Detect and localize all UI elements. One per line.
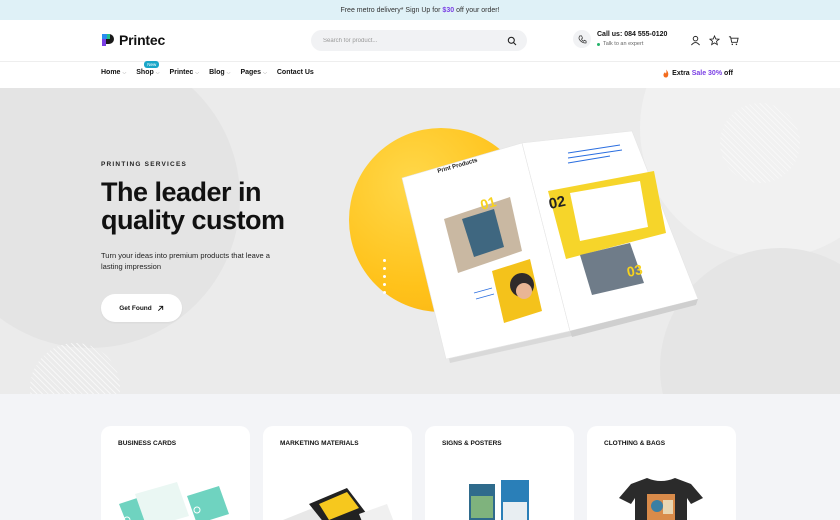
hero-decor-pattern: [30, 343, 120, 394]
category-title: CLOTHING & BAGS: [604, 440, 666, 447]
signs-posters-image: [469, 480, 529, 520]
chevron-down-icon: ⌵: [155, 69, 160, 76]
category-title: SIGNS & POSTERS: [442, 440, 502, 447]
chevron-down-icon: ⌵: [226, 69, 231, 76]
chevron-down-icon: ⌵: [122, 69, 127, 76]
call-us-text: Call us: 084 555-0120: [597, 31, 668, 38]
clothing-bags-image: [619, 478, 703, 520]
nav-item-contact[interactable]: Contact Us: [277, 69, 314, 76]
hero-eyebrow: PRINTING SERVICES: [101, 161, 188, 168]
cart-icon[interactable]: [728, 35, 739, 46]
nav-label-printec: Printec: [169, 69, 194, 76]
nav-label-blog: Blog: [209, 69, 225, 76]
announcement-bar: Free metro delivery* Sign Up for $30 off…: [0, 0, 840, 20]
nav-label-shop: Shop: [136, 69, 154, 76]
chevron-down-icon: ⌵: [263, 69, 267, 76]
marketing-materials-image: [283, 488, 394, 520]
online-status-dot: [597, 42, 600, 46]
category-card-signs-posters[interactable]: SIGNS & POSTERS: [425, 426, 574, 520]
nav-item-shop[interactable]: New Shop ⌵: [136, 61, 160, 76]
promo-sale: Sale 30%: [691, 70, 723, 77]
category-card-marketing-materials[interactable]: MARKETING MATERIALS: [263, 426, 412, 520]
business-cards-image: [119, 482, 229, 520]
search-input[interactable]: [323, 37, 507, 44]
slider-dot[interactable]: [383, 267, 386, 270]
nav-label-home: Home: [101, 69, 121, 76]
book-number-02: 02: [547, 193, 567, 213]
get-found-label: Get Found: [119, 304, 152, 312]
category-title: MARKETING MATERIALS: [280, 440, 359, 447]
announcement-amount: $30: [442, 6, 455, 14]
talk-to-expert-text: Talk to an expert: [603, 41, 644, 47]
brand-name: Printec: [119, 32, 166, 48]
nav-item-pages[interactable]: Pages ⌵: [240, 69, 266, 76]
slider-dot[interactable]: [383, 259, 386, 262]
header-actions: [690, 35, 739, 46]
nav-item-blog[interactable]: Blog ⌵: [209, 69, 230, 76]
brand-logo[interactable]: Printec: [101, 32, 165, 48]
announcement-text-end: off your order!: [456, 6, 500, 14]
promo-link[interactable]: Extra Sale 30% off: [662, 69, 733, 78]
search-bar[interactable]: [311, 30, 527, 51]
get-found-button[interactable]: Get Found: [101, 294, 182, 322]
contact-info[interactable]: Call us: 084 555-0120 Talk to an expert: [573, 30, 667, 48]
promo-off: off: [724, 70, 733, 77]
nav-item-home[interactable]: Home ⌵: [101, 69, 126, 76]
nav-label-contact: Contact Us: [276, 69, 314, 76]
slider-dot[interactable]: [383, 291, 386, 294]
user-icon[interactable]: [690, 35, 701, 46]
slider-dots[interactable]: [383, 259, 386, 294]
site-header: Printec Call us: 084 555-0120 Talk to an…: [0, 20, 840, 62]
category-card-clothing-bags[interactable]: CLOTHING & BAGS: [587, 426, 736, 520]
hero-title: The leader in quality custom: [101, 177, 285, 235]
new-badge: New: [144, 61, 160, 68]
chevron-down-icon: ⌵: [195, 69, 200, 76]
fire-icon: [663, 69, 669, 78]
catalog-booklet-image: Print Products 01 02 03: [401, 130, 699, 363]
slider-dot[interactable]: [383, 275, 386, 278]
slider-dot[interactable]: [383, 283, 386, 286]
category-title: BUSINESS CARDS: [118, 440, 177, 447]
printec-logo-icon: [102, 34, 114, 46]
hero-subtitle: Turn your ideas into premium products th…: [101, 251, 270, 271]
hero-section: PRINTING SERVICES The leader in quality …: [0, 88, 840, 394]
arrow-up-right-icon: [157, 305, 163, 311]
star-icon[interactable]: [709, 35, 720, 46]
nav-item-printec[interactable]: Printec ⌵: [170, 69, 200, 76]
announcement-text: Free metro delivery* Sign Up for: [340, 6, 441, 14]
hero-decor-pattern: [720, 103, 800, 183]
main-nav: Home ⌵ New Shop ⌵ Printec ⌵ Blog ⌵ Pages ⌵ Con…: [101, 61, 314, 76]
category-card-business-cards[interactable]: BUSINESS CARDS: [101, 426, 250, 520]
category-section: BUSINESS CARDS MARKETING MATERIALS SIGNS…: [0, 394, 840, 520]
phone-icon: [573, 30, 591, 48]
nav-label-pages: Pages: [240, 69, 262, 76]
search-icon[interactable]: [507, 36, 517, 46]
promo-text: Extra: [672, 70, 690, 77]
